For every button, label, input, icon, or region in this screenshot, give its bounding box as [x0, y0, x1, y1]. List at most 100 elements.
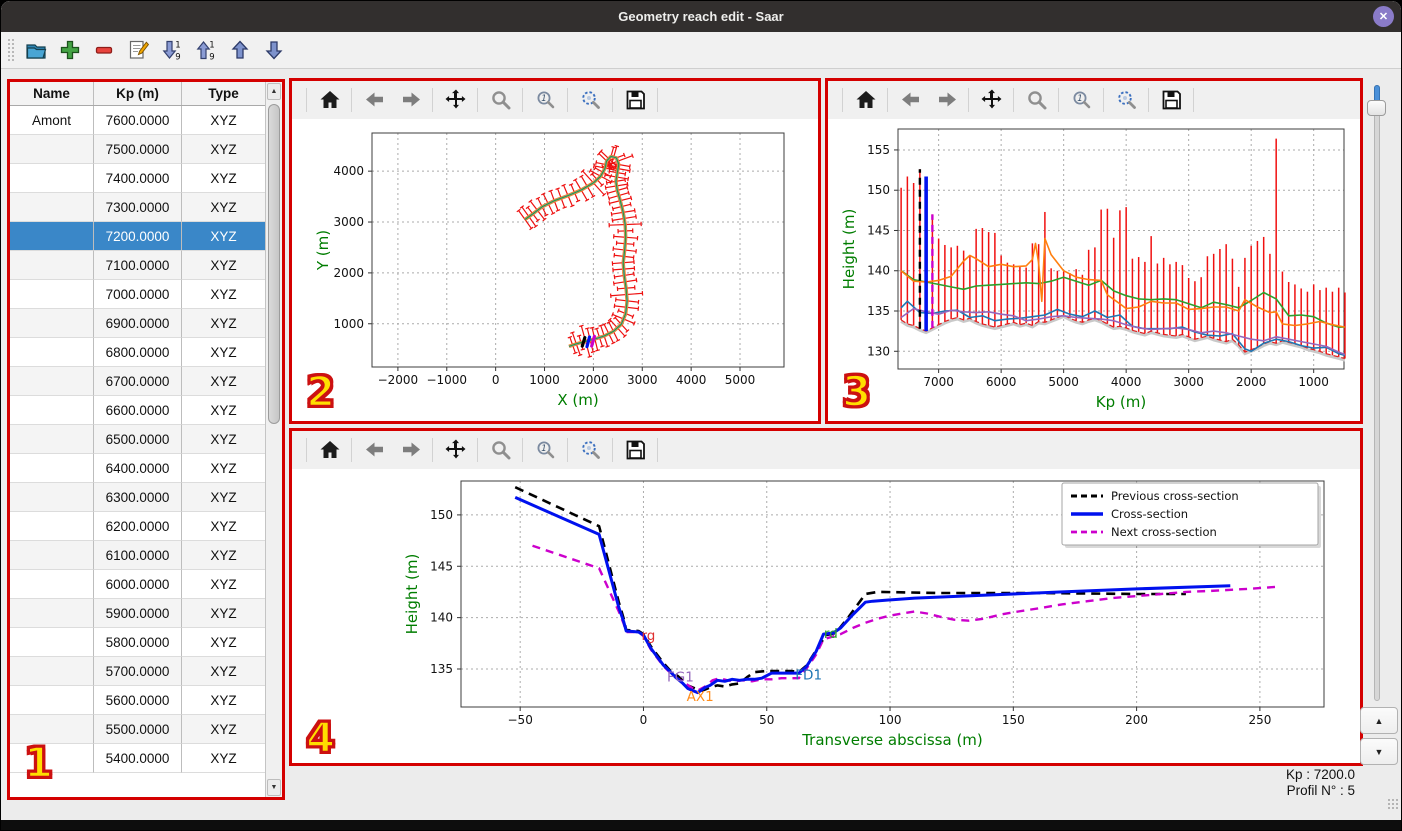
- plot-button-zoom[interactable]: [485, 85, 515, 115]
- plot-button-forward[interactable]: [395, 85, 425, 115]
- svg-text:−2000: −2000: [378, 373, 419, 387]
- table-row[interactable]: 6700.0000 XYZ: [10, 367, 265, 396]
- plot-button-save[interactable]: [620, 85, 650, 115]
- table-row[interactable]: 6400.0000 XYZ: [10, 454, 265, 483]
- back-icon: [365, 92, 383, 107]
- plot-button-zoom-one[interactable]: 1: [1066, 85, 1096, 115]
- profile-slider-handle[interactable]: [1367, 100, 1386, 116]
- plot-button-forward[interactable]: [395, 435, 425, 465]
- plot-button-zoom-region[interactable]: [1111, 85, 1141, 115]
- table-cell: 5400.0000: [94, 744, 182, 773]
- plot-button-zoom-one[interactable]: 1: [530, 85, 560, 115]
- panel-3-annotation: 3: [841, 367, 873, 416]
- table-cell: XYZ: [182, 628, 265, 657]
- svg-text:155: 155: [867, 143, 890, 157]
- plot-button-zoom-region[interactable]: [575, 85, 605, 115]
- table-scroll-thumb[interactable]: [268, 104, 280, 424]
- table-scroll-down-icon[interactable]: ▼: [267, 779, 281, 796]
- resize-grip[interactable]: [1387, 798, 1399, 810]
- profile-down-button[interactable]: ▼: [1360, 738, 1398, 765]
- toolbar-separator: [1013, 88, 1014, 112]
- svg-text:Y (m): Y (m): [314, 230, 332, 271]
- save-icon: [626, 440, 645, 460]
- svg-text:Next cross-section: Next cross-section: [1111, 525, 1217, 539]
- table-row[interactable]: 7300.0000 XYZ: [10, 193, 265, 222]
- table-row[interactable]: 6300.0000 XYZ: [10, 483, 265, 512]
- table-header-type[interactable]: Type: [182, 82, 265, 105]
- table-row[interactable]: 7100.0000 XYZ: [10, 251, 265, 280]
- plot-button-zoom[interactable]: [1021, 85, 1051, 115]
- table-row[interactable]: 6600.0000 XYZ: [10, 396, 265, 425]
- plot-button-back[interactable]: [359, 435, 389, 465]
- plot-button-back[interactable]: [359, 85, 389, 115]
- table-row[interactable]: 6200.0000 XYZ: [10, 512, 265, 541]
- svg-text:130: 130: [867, 344, 890, 358]
- cross-section-chart[interactable]: −50 0 50 100 150 200 250 135 140 145 150 Transverse…: [292, 469, 1360, 763]
- toolbar-button-edit[interactable]: [124, 35, 154, 65]
- svg-text:2000: 2000: [578, 373, 609, 387]
- table-row[interactable]: 6500.0000 XYZ: [10, 425, 265, 454]
- close-button[interactable]: ✕: [1373, 6, 1394, 27]
- toolbar-button-sort-desc[interactable]: 19: [158, 35, 188, 65]
- svg-text:3000: 3000: [1173, 375, 1204, 389]
- table-cell: XYZ: [182, 367, 265, 396]
- table-row[interactable]: Amont 7600.0000 XYZ: [10, 106, 265, 135]
- svg-text:4000: 4000: [333, 164, 364, 178]
- toolbar-button-add[interactable]: [56, 35, 86, 65]
- toolbar-button-remove[interactable]: [90, 35, 120, 65]
- table-row[interactable]: 5700.0000 XYZ: [10, 657, 265, 686]
- profile-chart[interactable]: 7000 6000 5000 4000 3000 2000 1000 130 135 140 145…: [828, 119, 1360, 421]
- table-row[interactable]: 6900.0000 XYZ: [10, 309, 265, 338]
- table-cell: [10, 251, 94, 280]
- plot-button-zoom-region[interactable]: [575, 435, 605, 465]
- table-row[interactable]: 6100.0000 XYZ: [10, 541, 265, 570]
- plot-button-zoom-one[interactable]: 1: [530, 435, 560, 465]
- svg-text:4000: 4000: [676, 373, 707, 387]
- table-row[interactable]: 7000.0000 XYZ: [10, 280, 265, 309]
- plan-chart[interactable]: −2000 −1000 0 1000 2000 3000 4000 5000 1000 2000 3…: [292, 119, 818, 421]
- table-scrollbar[interactable]: ▲ ▼: [265, 82, 282, 797]
- plot-button-pan[interactable]: [440, 435, 470, 465]
- table-cell: 6500.0000: [94, 425, 182, 454]
- table-row[interactable]: 7500.0000 XYZ: [10, 135, 265, 164]
- plot-button-back[interactable]: [895, 85, 925, 115]
- svg-text:100: 100: [879, 713, 902, 727]
- plot-button-home[interactable]: [850, 85, 880, 115]
- main-toolbar: 1919: [1, 32, 1401, 69]
- table-scroll-up-icon[interactable]: ▲: [267, 83, 281, 100]
- plot-button-save[interactable]: [1156, 85, 1186, 115]
- plot-button-pan[interactable]: [976, 85, 1006, 115]
- table-cell: 6600.0000: [94, 396, 182, 425]
- profile-up-button[interactable]: ▲: [1360, 707, 1398, 734]
- plot-button-zoom[interactable]: [485, 435, 515, 465]
- table-row[interactable]: 5600.0000 XYZ: [10, 686, 265, 715]
- table-row[interactable]: 5800.0000 XYZ: [10, 628, 265, 657]
- plot-button-pan[interactable]: [440, 85, 470, 115]
- table-cell: 6300.0000: [94, 483, 182, 512]
- table-header-kp-m-[interactable]: Kp (m): [94, 82, 182, 105]
- plot-button-home[interactable]: [314, 435, 344, 465]
- toolbar-grip[interactable]: [7, 38, 14, 62]
- table-cell: [10, 541, 94, 570]
- profile-slider-track[interactable]: [1374, 85, 1380, 701]
- table-cell: 7100.0000: [94, 251, 182, 280]
- table-row[interactable]: 7200.0000 XYZ: [10, 222, 265, 251]
- table-row[interactable]: 6800.0000 XYZ: [10, 338, 265, 367]
- table-row[interactable]: 7400.0000 XYZ: [10, 164, 265, 193]
- toolbar-button-open[interactable]: [22, 35, 52, 65]
- toolbar-button-sort-asc[interactable]: 19: [192, 35, 222, 65]
- toolbar-button-move-down[interactable]: [260, 35, 290, 65]
- table-cell: [10, 425, 94, 454]
- plot-button-home[interactable]: [314, 85, 344, 115]
- plot-button-forward[interactable]: [931, 85, 961, 115]
- table-cell: XYZ: [182, 106, 265, 135]
- svg-text:140: 140: [867, 264, 890, 278]
- toolbar-button-move-up[interactable]: [226, 35, 256, 65]
- table-row[interactable]: 5900.0000 XYZ: [10, 599, 265, 628]
- table-row[interactable]: 6000.0000 XYZ: [10, 570, 265, 599]
- plot-button-save[interactable]: [620, 435, 650, 465]
- table-cell: XYZ: [182, 164, 265, 193]
- svg-text:5000: 5000: [725, 373, 756, 387]
- table-header-name[interactable]: Name: [10, 82, 94, 105]
- highlighted-sections: [580, 334, 596, 349]
